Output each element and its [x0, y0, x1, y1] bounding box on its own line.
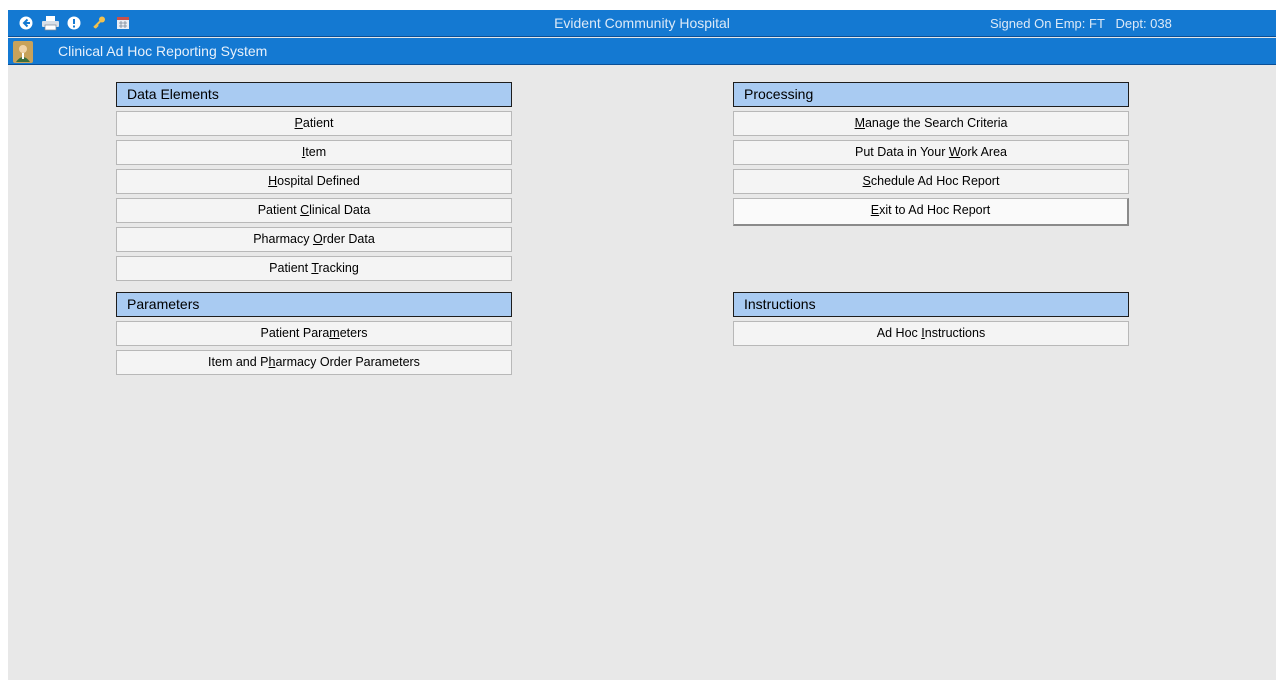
mnemonic-letter: m — [329, 326, 340, 340]
button-label-text: Patient Para — [260, 326, 330, 340]
info-alert-icon[interactable] — [66, 15, 82, 31]
parameters-header: Parameters — [116, 292, 512, 317]
button-label-text: tem — [305, 145, 327, 159]
button-label-text: atient — [302, 116, 334, 130]
mnemonic-letter: E — [870, 203, 880, 217]
ad-hoc-instructions-button[interactable]: Ad Hoc Instructions — [733, 321, 1129, 346]
schedule-report-button[interactable]: Schedule Ad Hoc Report — [733, 169, 1129, 194]
button-label-text: rder Data — [322, 232, 375, 246]
mnemonic-letter: M — [854, 116, 865, 130]
mnemonic-letter: W — [948, 145, 961, 159]
patient-button[interactable]: Patient — [116, 111, 512, 136]
button-label-text: anage the Search Criteria — [864, 116, 1008, 130]
app-window: Evident Community Hospital Signed On Emp… — [8, 10, 1276, 680]
button-label-text: eters — [339, 326, 368, 340]
patient-clinical-data-button[interactable]: Patient Clinical Data — [116, 198, 512, 223]
doctor-icon — [12, 40, 34, 64]
item-button[interactable]: Item — [116, 140, 512, 165]
put-data-work-area-button[interactable]: Put Data in Your Work Area — [733, 140, 1129, 165]
button-label-text: Pharmacy — [253, 232, 313, 246]
button-label-text: xit to Ad Hoc Report — [879, 203, 991, 217]
pharmacy-order-data-button[interactable]: Pharmacy Order Data — [116, 227, 512, 252]
mnemonic-letter: T — [311, 261, 319, 275]
exit-to-report-button[interactable]: Exit to Ad Hoc Report — [733, 198, 1129, 226]
patient-tracking-button[interactable]: Patient Tracking — [116, 256, 512, 281]
hospital-defined-button[interactable]: Hospital Defined — [116, 169, 512, 194]
button-label-text: Ad Hoc — [876, 326, 922, 340]
button-label-text: racking — [318, 261, 359, 275]
button-label-text: Patient — [269, 261, 312, 275]
data-elements-header: Data Elements — [116, 82, 512, 107]
title-bar: Clinical Ad Hoc Reporting System — [8, 38, 1276, 65]
button-label-text: ospital Defined — [277, 174, 360, 188]
top-toolbar: Evident Community Hospital Signed On Emp… — [8, 10, 1276, 37]
instructions-header: Instructions — [733, 292, 1129, 317]
back-arrow-icon[interactable] — [18, 15, 34, 31]
app-title: Clinical Ad Hoc Reporting System — [58, 43, 268, 59]
button-label-text: nstructions — [924, 326, 986, 340]
button-label-text: armacy Order Parameters — [275, 355, 420, 369]
signed-on-status: Signed On Emp: FT Dept: 038 — [990, 16, 1172, 31]
patient-parameters-button[interactable]: Patient Parameters — [116, 321, 512, 346]
processing-header: Processing — [733, 82, 1129, 107]
mnemonic-letter: C — [300, 203, 310, 217]
mnemonic-letter: S — [862, 174, 871, 188]
printer-icon[interactable] — [41, 15, 61, 31]
item-pharmacy-order-parameters-button[interactable]: Item and Pharmacy Order Parameters — [116, 350, 512, 375]
mnemonic-letter: P — [294, 116, 303, 130]
button-label-text: linical Data — [309, 203, 371, 217]
button-label-text: ork Area — [960, 145, 1007, 159]
button-label-text: Item and P — [208, 355, 269, 369]
mnemonic-letter: H — [268, 174, 278, 188]
key-icon[interactable] — [91, 15, 107, 31]
button-label-text: Put Data in Your — [855, 145, 949, 159]
calendar-icon[interactable] — [115, 15, 131, 31]
button-label-text: chedule Ad Hoc Report — [870, 174, 1000, 188]
mnemonic-letter: O — [312, 232, 323, 246]
manage-search-criteria-button[interactable]: Manage the Search Criteria — [733, 111, 1129, 136]
button-label-text: Patient — [257, 203, 301, 217]
